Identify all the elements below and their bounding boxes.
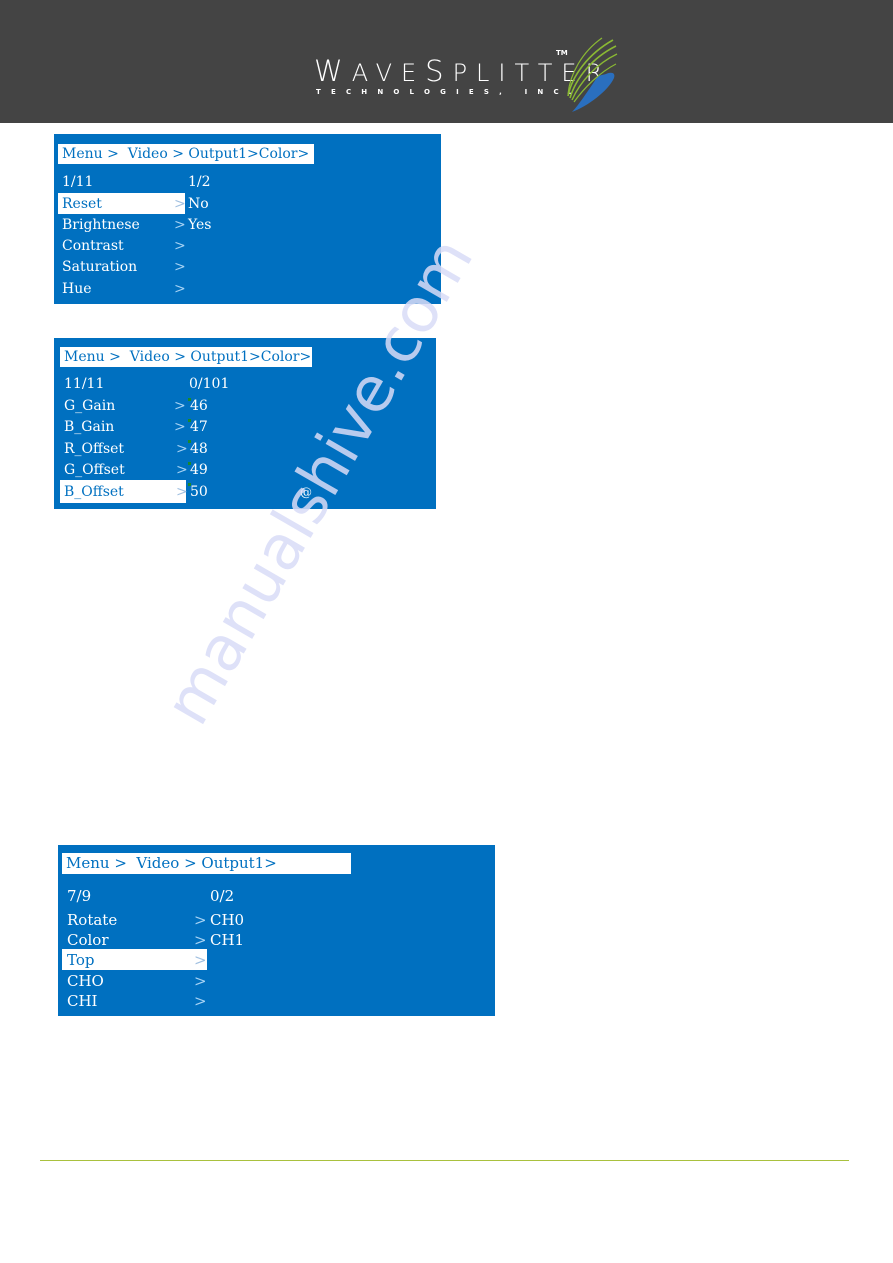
option-yes[interactable]: Yes xyxy=(188,215,212,235)
breadcrumb: Menu > Video > Output1> xyxy=(62,853,351,874)
menu-item-contrast[interactable]: Contrast xyxy=(62,236,124,256)
menu-item-b-offset[interactable]: B_Offset xyxy=(64,482,124,502)
chevron-right-icon: > xyxy=(176,462,188,478)
menu-index: 1/11 xyxy=(62,174,94,190)
menu-item-brightnese[interactable]: Brightnese xyxy=(62,215,140,235)
chevron-right-icon: > xyxy=(194,992,207,1010)
menu-item-chi[interactable]: CHI xyxy=(67,991,97,1011)
value-index: 0/101 xyxy=(189,376,230,392)
menu-item-hue[interactable]: Hue xyxy=(62,279,92,299)
value-g-gain: 46 xyxy=(190,398,208,414)
wavesplitter-logo: WAVESPLITTER TM TECHNOLOGIES, INC. xyxy=(312,36,618,116)
value-r-offset: 48 xyxy=(190,441,208,457)
chevron-right-icon: > xyxy=(194,972,207,990)
chevron-right-icon: > xyxy=(176,484,188,500)
chevron-right-icon: > xyxy=(194,931,207,949)
menu-index: 11/11 xyxy=(64,376,105,392)
value-g-offset: 49 xyxy=(190,462,208,478)
option-ch1[interactable]: CH1 xyxy=(210,930,244,950)
logo-subtitle: TECHNOLOGIES, INC. xyxy=(316,88,582,96)
menu-item-top[interactable]: Top xyxy=(67,950,94,970)
menu-item-g-offset[interactable]: G_Offset xyxy=(64,460,125,480)
menu-item-rotate[interactable]: Rotate xyxy=(67,910,117,930)
value-b-offset: 50 xyxy=(190,484,208,500)
chevron-right-icon: > xyxy=(176,441,188,457)
breadcrumb: Menu > Video > Output1>Color> xyxy=(58,144,314,164)
chevron-right-icon: > xyxy=(174,281,186,297)
footer-divider xyxy=(40,1160,849,1161)
osd-panel-color-offset: Menu > Video > Output1>Color> 11/11 0/10… xyxy=(54,338,436,509)
option-ch0[interactable]: CH0 xyxy=(210,910,244,930)
menu-item-color[interactable]: Color xyxy=(67,930,109,950)
at-glyph: @ xyxy=(300,485,312,499)
chevron-right-icon: > xyxy=(174,259,186,275)
value-index: 1/2 xyxy=(188,174,211,190)
chevron-right-icon: > xyxy=(174,419,186,435)
chevron-right-icon: > xyxy=(174,217,186,233)
osd-panel-color-reset: Menu > Video > Output1>Color> 1/11 1/2 R… xyxy=(54,134,441,304)
menu-item-saturation[interactable]: Saturation xyxy=(62,257,137,277)
breadcrumb: Menu > Video > Output1>Color> xyxy=(60,347,312,367)
wavesplitter-swoosh-icon xyxy=(567,37,618,112)
osd-panel-output1: Menu > Video > Output1> 7/9 0/2 Rotate >… xyxy=(58,845,495,1016)
page-header: WAVESPLITTER TM TECHNOLOGIES, INC. xyxy=(0,0,893,123)
chevron-right-icon: > xyxy=(174,196,186,212)
menu-item-reset[interactable]: Reset xyxy=(62,194,102,214)
menu-item-g-gain[interactable]: G_Gain xyxy=(64,396,115,416)
menu-item-r-offset[interactable]: R_Offset xyxy=(64,439,124,459)
option-no[interactable]: No xyxy=(188,194,209,214)
value-b-gain: 47 xyxy=(190,419,208,435)
chevron-right-icon: > xyxy=(174,398,186,414)
menu-index: 7/9 xyxy=(67,887,92,905)
menu-item-cho[interactable]: CHO xyxy=(67,971,104,991)
chevron-right-icon: > xyxy=(174,238,186,254)
chevron-right-icon: > xyxy=(194,911,207,929)
value-index: 0/2 xyxy=(210,887,235,905)
chevron-right-icon: > xyxy=(194,951,207,969)
menu-item-b-gain[interactable]: B_Gain xyxy=(64,417,114,437)
